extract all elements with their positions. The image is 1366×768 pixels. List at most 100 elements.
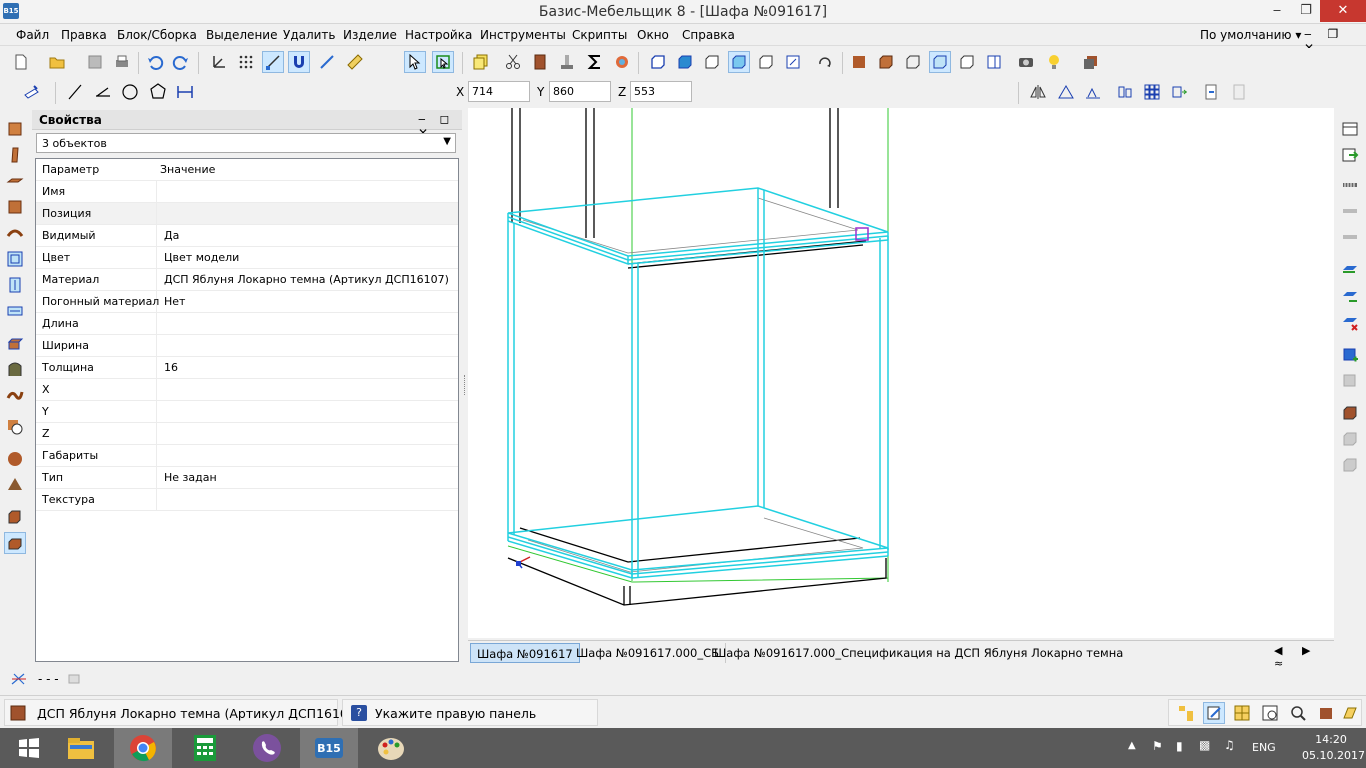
sum-icon[interactable]: [584, 51, 606, 73]
copy-panels-icon[interactable]: [470, 51, 492, 73]
y-coordinate-input[interactable]: 860: [549, 81, 611, 102]
property-row[interactable]: Толщина 16: [36, 357, 458, 379]
view-front-icon[interactable]: [647, 51, 669, 73]
fitting-icon[interactable]: [4, 416, 26, 438]
view-iso-icon[interactable]: [728, 51, 750, 73]
light-bulb-icon[interactable]: [1043, 51, 1065, 73]
property-row[interactable]: Y: [36, 401, 458, 423]
export-icon[interactable]: [1228, 81, 1250, 103]
property-value[interactable]: Да: [164, 229, 179, 242]
x-coordinate-input[interactable]: 714: [468, 81, 530, 102]
splitter-grip[interactable]: [464, 375, 466, 395]
edge-band-icon[interactable]: [1339, 260, 1361, 282]
view-top-icon[interactable]: [701, 51, 723, 73]
door-icon[interactable]: [529, 51, 551, 73]
select-arrow-icon[interactable]: [404, 51, 426, 73]
property-value[interactable]: ДСП Яблуня Локарно темна (Артикул ДСП161…: [164, 273, 449, 286]
property-value[interactable]: 16: [164, 361, 178, 374]
property-row[interactable]: Z: [36, 423, 458, 445]
angle-line-icon[interactable]: [92, 81, 114, 103]
property-row[interactable]: Видимый Да: [36, 225, 458, 247]
sphere-icon[interactable]: [4, 448, 26, 470]
property-row[interactable]: Цвет Цвет модели: [36, 247, 458, 269]
align-icon[interactable]: [1082, 81, 1104, 103]
paint-palette-icon[interactable]: [362, 728, 420, 768]
pyramid-icon[interactable]: [4, 474, 26, 496]
view-fit-icon[interactable]: [782, 51, 804, 73]
circle-icon[interactable]: [119, 81, 141, 103]
layout-icon[interactable]: [983, 51, 1005, 73]
distribute-icon[interactable]: [1114, 81, 1136, 103]
notes-icon[interactable]: [1339, 702, 1361, 724]
axes-icon[interactable]: [208, 51, 230, 73]
property-row[interactable]: Тип Не задан: [36, 467, 458, 489]
file-explorer-icon[interactable]: [52, 728, 110, 768]
vertical-gap-icon[interactable]: [4, 274, 26, 296]
minimize-button[interactable]: ‒: [1262, 0, 1292, 22]
curved-panel-icon[interactable]: [4, 222, 26, 244]
edge-band-remove-icon[interactable]: [1339, 312, 1361, 334]
measure-icon[interactable]: [316, 51, 338, 73]
undo-icon[interactable]: [144, 51, 166, 73]
property-row[interactable]: Позиция: [36, 203, 458, 225]
render-wire-icon[interactable]: [902, 51, 924, 73]
menu-block-assembly[interactable]: Блок/Сборка: [117, 28, 197, 42]
cut-panel-icon[interactable]: [1339, 402, 1361, 424]
scissors-icon[interactable]: [502, 51, 524, 73]
dimension-icon[interactable]: [174, 81, 196, 103]
redo-icon[interactable]: [170, 51, 192, 73]
ruler-icon[interactable]: [344, 51, 366, 73]
start-windows-icon[interactable]: [0, 728, 58, 768]
vertical-panel-icon[interactable]: [4, 144, 26, 166]
property-row[interactable]: Текстура: [36, 489, 458, 511]
assembly-icon[interactable]: [4, 532, 26, 554]
cut-remove-icon[interactable]: [1339, 454, 1361, 476]
menu-settings[interactable]: Настройка: [405, 28, 472, 42]
camera-icon[interactable]: [1015, 51, 1037, 73]
objects-dropdown[interactable]: 3 объектов ▼: [36, 133, 456, 153]
property-value[interactable]: Не задан: [164, 471, 217, 484]
press-icon[interactable]: [556, 51, 578, 73]
property-row[interactable]: Материал ДСП Яблуня Локарно темна (Артику…: [36, 269, 458, 291]
cut-add-icon[interactable]: [1339, 428, 1361, 450]
panel-add-icon[interactable]: [1339, 344, 1361, 366]
tab-navigation[interactable]: ◀ ▶ ≈: [1274, 644, 1334, 670]
volume-icon[interactable]: ♫: [1224, 738, 1235, 752]
polygon-icon[interactable]: [147, 81, 169, 103]
edge-band-add-icon[interactable]: [1339, 286, 1361, 308]
menu-help[interactable]: Справка: [682, 28, 735, 42]
drawer-icon[interactable]: [4, 332, 26, 354]
view-back-icon[interactable]: [755, 51, 777, 73]
horizontal-panel-icon[interactable]: [4, 170, 26, 192]
edit-note-icon[interactable]: [1203, 702, 1225, 724]
property-value[interactable]: Нет: [164, 295, 185, 308]
menu-edit[interactable]: Правка: [61, 28, 107, 42]
clock-time[interactable]: 14:20: [1306, 733, 1356, 746]
tab-specification[interactable]: Шафа №091617.000_Спецификация на ДСП Ябл…: [708, 643, 1129, 663]
profile-icon[interactable]: [4, 358, 26, 380]
menu-product[interactable]: Изделие: [343, 28, 397, 42]
chrome-icon[interactable]: [114, 728, 172, 768]
property-value[interactable]: Цвет модели: [164, 251, 239, 264]
draw-panel-icon[interactable]: [20, 81, 42, 103]
render-wire-hidden-icon[interactable]: [929, 51, 951, 73]
render-wood-icon[interactable]: [848, 51, 870, 73]
menu-scripts[interactable]: Скрипты: [572, 28, 627, 42]
import-icon[interactable]: [1200, 81, 1222, 103]
menu-tools[interactable]: Инструменты: [480, 28, 566, 42]
menu-window[interactable]: Окно: [637, 28, 669, 42]
menu-file[interactable]: Файл: [16, 28, 49, 42]
battery-icon[interactable]: ▮: [1176, 739, 1183, 753]
properties-toggle-icon[interactable]: [1339, 118, 1361, 140]
language-indicator[interactable]: ENG: [1252, 741, 1276, 754]
network-warning-icon[interactable]: ⚑: [1152, 739, 1163, 753]
magnet-icon[interactable]: [288, 51, 310, 73]
mirror-icon[interactable]: [1027, 81, 1049, 103]
render-outline-icon[interactable]: [956, 51, 978, 73]
front-panel-icon[interactable]: [4, 196, 26, 218]
layer-name[interactable]: - - -: [38, 672, 59, 686]
bazis-app-icon[interactable]: B15: [300, 728, 358, 768]
viber-icon[interactable]: [238, 728, 296, 768]
array-icon[interactable]: [1141, 81, 1163, 103]
property-row[interactable]: Погонный материал Нет: [36, 291, 458, 313]
